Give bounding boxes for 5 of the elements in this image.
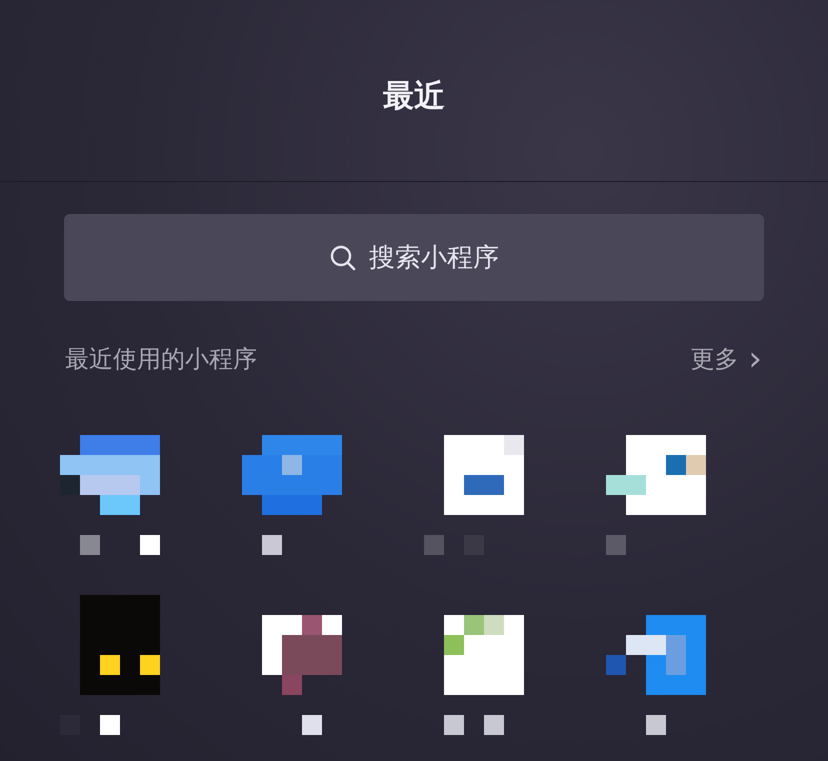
more-link[interactable]: 更多 › [690,343,762,375]
search-icon [329,244,357,272]
search-field[interactable]: 搜索小程序 [64,214,764,301]
page-title: 最近 [383,76,445,116]
section-title: 最近使用的小程序 [65,344,257,375]
